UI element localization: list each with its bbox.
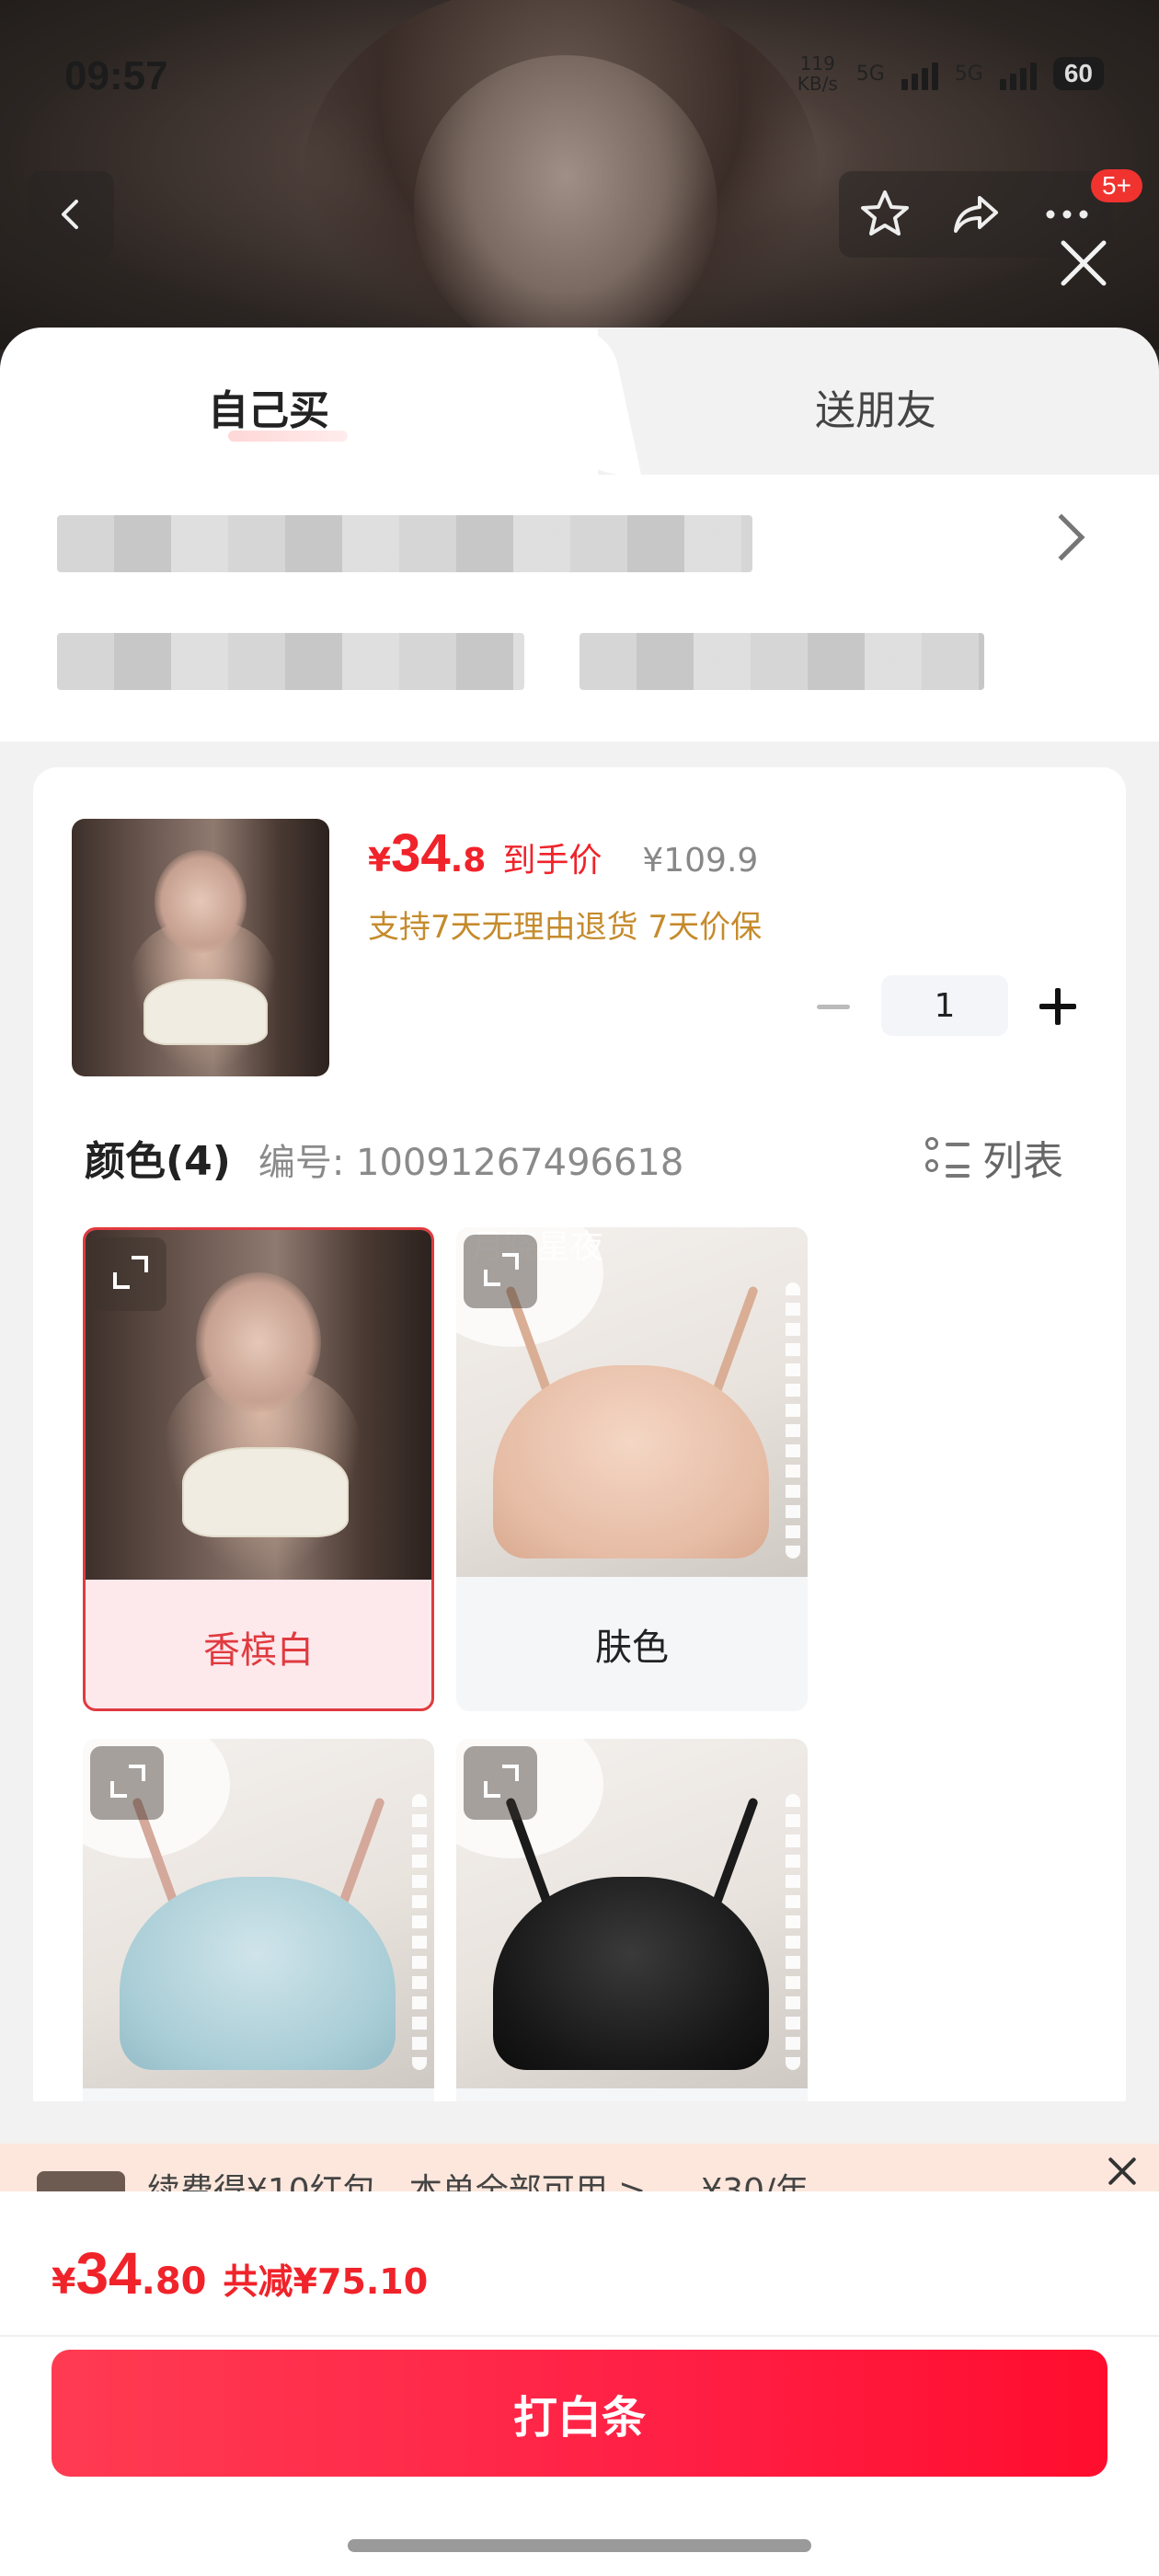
back-icon bbox=[62, 200, 78, 229]
tab-send-to-friend[interactable]: 送朋友 bbox=[815, 377, 936, 436]
status-bar: 09:57 119 KB/s 5G 5G 60 bbox=[0, 0, 1159, 156]
blurred-address-name bbox=[57, 515, 752, 572]
status-indicators: 119 KB/s 5G 5G 60 bbox=[796, 53, 1104, 94]
share-icon[interactable] bbox=[948, 187, 1004, 242]
expand-icon[interactable] bbox=[464, 1746, 537, 1820]
list-view-toggle[interactable]: 列表 bbox=[925, 1128, 1063, 1187]
total-price: ¥ 34 .80 共减¥75.10 bbox=[52, 2239, 428, 2307]
price-row: ¥ 34 .8 到手价 ¥109.9 bbox=[368, 822, 758, 884]
checkout-bar: ¥ 34 .80 共减¥75.10 打白条 bbox=[0, 2191, 1159, 2576]
quantity-increase-button[interactable] bbox=[1039, 988, 1076, 1025]
close-icon[interactable] bbox=[1056, 236, 1111, 291]
service-guarantee: 支持7天无理由退货 7天价保 bbox=[368, 909, 763, 946]
address-section[interactable] bbox=[0, 475, 1159, 742]
total-currency: ¥ bbox=[52, 2261, 76, 2302]
quantity-input[interactable]: 1 bbox=[881, 975, 1008, 1036]
blurred-address-detail bbox=[57, 633, 524, 690]
variant-option[interactable] bbox=[456, 1739, 808, 2101]
status-time: 09:57 bbox=[64, 53, 168, 98]
variant-option[interactable]: 月晓星夜 肤色 bbox=[456, 1227, 808, 1711]
expand-icon[interactable] bbox=[464, 1235, 537, 1308]
blurred-address-detail-2 bbox=[580, 633, 984, 690]
signal-icon bbox=[999, 57, 1037, 90]
back-button[interactable] bbox=[28, 171, 114, 258]
variant-label bbox=[83, 2088, 434, 2101]
product-code: 编号: 10091267496618 bbox=[258, 1142, 684, 1184]
final-price-label: 到手价 bbox=[502, 842, 602, 880]
original-price: ¥109.9 bbox=[642, 842, 759, 880]
quantity-decrease-button[interactable] bbox=[817, 1005, 850, 1009]
sku-card: ¥ 34 .8 到手价 ¥109.9 支持7天无理由退货 7天价保 1 颜色(4… bbox=[33, 767, 1126, 2101]
price-decimal: .8 bbox=[450, 842, 487, 880]
star-icon[interactable] bbox=[857, 187, 912, 242]
color-title: 颜色(4) bbox=[85, 1138, 231, 1185]
signal-icon bbox=[901, 57, 938, 90]
total-integer: 34 bbox=[75, 2240, 142, 2306]
product-thumbnail[interactable] bbox=[72, 819, 329, 1076]
close-icon[interactable] bbox=[1104, 2153, 1141, 2190]
network-type-1: 5G bbox=[855, 62, 885, 86]
price-integer: 34 bbox=[391, 823, 451, 883]
divider bbox=[0, 2335, 1159, 2337]
home-indicator[interactable] bbox=[348, 2539, 811, 2552]
purchase-tabs: 自己买 送朋友 bbox=[0, 328, 1159, 475]
promo-banner[interactable]: 续费得¥10红包，本单全部可用 > ¥30/年 bbox=[0, 2144, 1159, 2208]
expand-icon[interactable] bbox=[90, 1746, 164, 1820]
variant-option[interactable] bbox=[83, 1739, 434, 2101]
net-speed: 119 KB/s bbox=[797, 52, 838, 95]
color-header: 颜色(4) 编号: 10091267496618 bbox=[85, 1128, 683, 1187]
total-decimal: .80 bbox=[141, 2260, 207, 2303]
battery-icon: 60 bbox=[1052, 57, 1104, 90]
expand-icon[interactable] bbox=[93, 1237, 166, 1311]
network-type-2: 5G bbox=[954, 62, 983, 86]
tab-buy-for-self[interactable]: 自己买 bbox=[208, 377, 329, 436]
baitiao-pay-button[interactable]: 打白条 bbox=[52, 2350, 1107, 2477]
variant-label: 肤色 bbox=[595, 1627, 669, 1669]
variant-label bbox=[456, 2088, 808, 2101]
chevron-right-icon bbox=[1038, 513, 1085, 561]
total-discount: 共减¥75.10 bbox=[223, 2261, 429, 2302]
list-icon bbox=[925, 1137, 970, 1178]
variant-option[interactable]: 香槟白 bbox=[83, 1227, 434, 1711]
price-currency: ¥ bbox=[368, 842, 392, 880]
notification-badge: 5+ bbox=[1091, 169, 1142, 202]
more-icon[interactable] bbox=[1039, 187, 1095, 242]
variant-label: 香槟白 bbox=[203, 1629, 314, 1672]
page: 09:57 119 KB/s 5G 5G 60 5+ 自己买 送朋友 ¥ 34 … bbox=[0, 0, 1159, 2576]
list-label: 列表 bbox=[982, 1138, 1063, 1185]
